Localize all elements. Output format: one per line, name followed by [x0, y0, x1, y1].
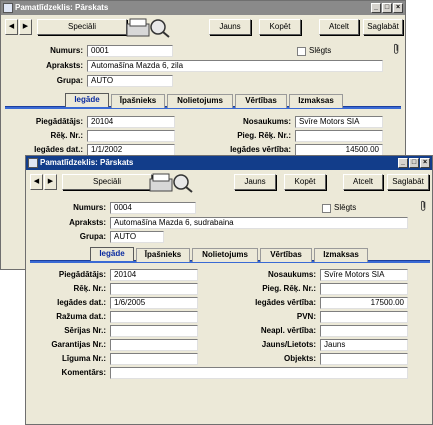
pieg-rek-nr-field[interactable]: [295, 130, 383, 142]
cancel-button[interactable]: Atcelt: [319, 19, 359, 35]
pieg-rek-nr-field[interactable]: [320, 283, 408, 295]
paperclip-icon[interactable]: [420, 200, 428, 212]
copy-button[interactable]: Kopēt: [284, 174, 326, 190]
front-window-title: Pamatlīdzeklis: Pārskats: [40, 158, 134, 167]
nosaukums-field[interactable]: Svīre Motors SIA: [320, 269, 408, 281]
piegadatajs-label: Piegādātājs:: [35, 117, 83, 126]
komentars-field[interactable]: [110, 367, 408, 379]
new-button[interactable]: Jauns: [209, 19, 251, 35]
piegadatajs-field[interactable]: 20104: [87, 116, 175, 128]
pvn-label: PVN:: [296, 312, 316, 321]
numurs-field[interactable]: 0004: [110, 202, 196, 214]
tab-iegade[interactable]: Iegāde: [90, 247, 134, 261]
sleegts-label: Slēgts: [309, 46, 332, 55]
garantijas-nr-field[interactable]: [110, 339, 198, 351]
liguma-nr-label: Līguma Nr.:: [61, 354, 106, 363]
minimize-button[interactable]: _: [398, 158, 408, 168]
sleegts-checkbox[interactable]: [322, 204, 331, 213]
special-button[interactable]: Speciāli: [37, 19, 127, 35]
back-titlebar: Pamatlīdzeklis: Pārskats _ □ ×: [1, 1, 405, 15]
grupa-field[interactable]: AUTO: [110, 231, 164, 243]
grupa-field[interactable]: AUTO: [87, 75, 173, 87]
numurs-label: Numurs:: [73, 203, 106, 212]
back-window-title: Pamatlīdzeklis: Pārskats: [15, 3, 109, 12]
tab-vertibas[interactable]: Vērtības: [235, 94, 287, 108]
cancel-button[interactable]: Atcelt: [343, 174, 383, 190]
iegades-vertiba-field[interactable]: 17500.00: [320, 297, 408, 309]
front-titlebar: Pamatlīdzeklis: Pārskats _ □ ×: [26, 156, 432, 170]
razuma-dat-label: Ražuma dat.:: [56, 312, 106, 321]
special-button[interactable]: Speciāli: [62, 174, 152, 190]
prev-record-button[interactable]: ◀: [5, 19, 18, 35]
iegades-vertiba-label: Iegādes vērtība:: [255, 298, 316, 307]
rek-nr-field[interactable]: [110, 283, 198, 295]
prev-record-button[interactable]: ◀: [30, 174, 43, 190]
liguma-nr-field[interactable]: [110, 353, 198, 365]
new-button[interactable]: Jauns: [234, 174, 276, 190]
app-icon: [28, 158, 38, 168]
nosaukums-field[interactable]: Svīre Motors SIA: [295, 116, 383, 128]
apraksts-field[interactable]: Automašīna Mazda 6, zila: [87, 60, 383, 72]
grupa-label: Grupa:: [56, 76, 83, 85]
jauns-lietots-field[interactable]: Jauns: [320, 339, 408, 351]
copy-button[interactable]: Kopēt: [259, 19, 301, 35]
scanner-icon[interactable]: [125, 16, 171, 38]
tab-iegade[interactable]: Iegāde: [65, 93, 109, 107]
tab-nolietojums[interactable]: Nolietojums: [167, 94, 233, 108]
tab-vertibas[interactable]: Vērtības: [260, 248, 312, 262]
iegades-dat-label: Iegādes dat.:: [34, 145, 83, 154]
minimize-button[interactable]: _: [371, 3, 381, 13]
rek-nr-field[interactable]: [87, 130, 175, 142]
komentars-label: Komentārs:: [61, 368, 106, 377]
tab-izmaksas[interactable]: Izmaksas: [289, 94, 343, 108]
razuma-dat-field[interactable]: [110, 311, 198, 323]
numurs-field[interactable]: 0001: [87, 45, 173, 57]
apraksts-label: Apraksts:: [46, 61, 83, 70]
app-icon: [3, 3, 13, 13]
iegades-dat-field[interactable]: 1/6/2005: [110, 297, 198, 309]
maximize-button[interactable]: □: [382, 3, 392, 13]
scanner-icon[interactable]: [148, 171, 194, 193]
sleegts-checkbox[interactable]: [297, 47, 306, 56]
apraksts-field[interactable]: Automašīna Mazda 6, sudrabaina: [110, 217, 408, 229]
iegades-vertiba-label: Iegādes vērtība:: [230, 145, 291, 154]
tab-izmaksas[interactable]: Izmaksas: [314, 248, 368, 262]
piegadatajs-label: Piegādātājs:: [58, 270, 106, 279]
garantijas-nr-label: Garantijas Nr.:: [51, 340, 106, 349]
rek-nr-label: Rēķ. Nr.:: [73, 284, 106, 293]
front-window: Pamatlīdzeklis: Pārskats _ □ × ◀ ▶ Speci…: [25, 155, 433, 425]
neapl-vertiba-field[interactable]: [320, 325, 408, 337]
sleegts-label: Slēgts: [334, 203, 357, 212]
neapl-vertiba-label: Neapl. vērtība:: [260, 326, 316, 335]
serijas-nr-label: Sērijas Nr.:: [64, 326, 106, 335]
numurs-label: Numurs:: [50, 46, 83, 55]
pieg-rek-nr-label: Pieg. Rēķ. Nr.:: [237, 131, 291, 140]
close-button[interactable]: ×: [420, 158, 430, 168]
next-record-button[interactable]: ▶: [44, 174, 57, 190]
paperclip-icon[interactable]: [393, 43, 401, 55]
rek-nr-label: Rēķ. Nr.:: [50, 131, 83, 140]
tab-ipasnieks[interactable]: Īpašnieks: [136, 248, 190, 262]
objekts-field[interactable]: [320, 353, 408, 365]
save-button[interactable]: Saglabāt: [363, 19, 403, 35]
grupa-label: Grupa:: [79, 232, 106, 241]
next-record-button[interactable]: ▶: [19, 19, 32, 35]
maximize-button[interactable]: □: [409, 158, 419, 168]
objekts-label: Objekts:: [283, 354, 316, 363]
pvn-field[interactable]: [320, 311, 408, 323]
save-button[interactable]: Saglabāt: [387, 174, 429, 190]
jauns-lietots-label: Jauns/Lietots:: [261, 340, 316, 349]
nosaukums-label: Nosaukums:: [242, 117, 291, 126]
nosaukums-label: Nosaukums:: [267, 270, 316, 279]
tab-nolietojums[interactable]: Nolietojums: [192, 248, 258, 262]
piegadatajs-field[interactable]: 20104: [110, 269, 198, 281]
pieg-rek-nr-label: Pieg. Rēķ. Nr.:: [262, 284, 316, 293]
tab-ipasnieks[interactable]: Īpašnieks: [111, 94, 165, 108]
serijas-nr-field[interactable]: [110, 325, 198, 337]
apraksts-label: Apraksts:: [69, 218, 106, 227]
iegades-dat-label: Iegādes dat.:: [57, 298, 106, 307]
close-button[interactable]: ×: [393, 3, 403, 13]
